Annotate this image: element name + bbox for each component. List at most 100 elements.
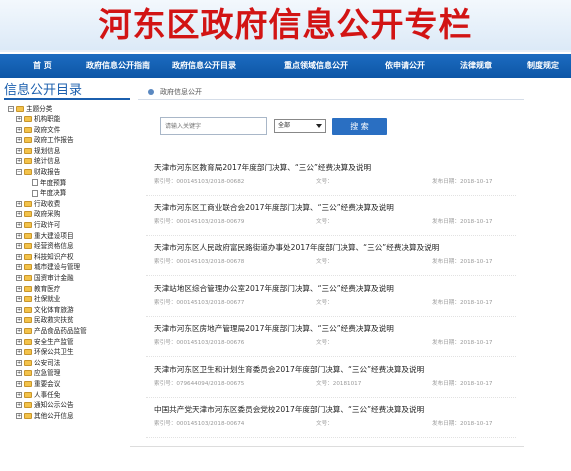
tree-item[interactable]: + 公安司法 xyxy=(16,358,60,368)
nav-item-guide[interactable]: 政府信息公开指南 xyxy=(86,54,150,78)
tree-item[interactable]: + 城市建设与管理 xyxy=(16,262,80,272)
nav-item-key-areas[interactable]: 重点领域信息公开 xyxy=(284,54,348,78)
expand-icon[interactable]: + xyxy=(16,137,22,144)
expand-icon[interactable]: + xyxy=(16,211,22,218)
expand-icon[interactable]: + xyxy=(16,126,22,133)
expand-icon[interactable]: + xyxy=(16,338,22,345)
tree-leaf[interactable]: 年度预算 xyxy=(32,178,66,188)
collapse-icon[interactable]: − xyxy=(8,106,14,112)
expand-icon[interactable]: + xyxy=(16,349,22,356)
tree-item[interactable]: + 科技知识产权 xyxy=(16,252,74,262)
item-date: 发布日期：2018-10-17 xyxy=(432,381,493,387)
item-title-link[interactable]: 天津市河东区工商业联合会2017年度部门决算、“三公”经费决算及说明 xyxy=(154,202,394,213)
tree-item[interactable]: + 社保就业 xyxy=(16,294,60,304)
item-docno: 文号： xyxy=(316,179,333,185)
tree-item[interactable]: + 文化体育旅游 xyxy=(16,305,74,315)
nav-item-laws[interactable]: 法律规章 xyxy=(460,54,492,78)
expand-icon[interactable]: + xyxy=(16,147,22,154)
tree-item[interactable]: + 应急管理 xyxy=(16,368,60,378)
item-title-link[interactable]: 天津市河东区房地产管理局2017年度部门决算、“三公”经费决算及说明 xyxy=(154,323,394,334)
content-divider xyxy=(130,446,524,447)
list-item: 天津市河东区房地产管理局2017年度部门决算、“三公”经费决算及说明 索引号：0… xyxy=(146,317,516,357)
document-icon xyxy=(32,189,38,197)
item-date: 发布日期：2018-10-17 xyxy=(432,300,493,306)
nav-item-catalog[interactable]: 政府信息公开目录 xyxy=(172,54,236,78)
item-date: 发布日期：2018-10-17 xyxy=(432,179,493,185)
tree-item[interactable]: + 政府工作报告 xyxy=(16,135,74,145)
main-content: 政府信息公开 全部 搜 索 天津市河东区教育局2017年度部门决算、“三公”经费… xyxy=(138,84,524,444)
tree-item[interactable]: + 统计信息 xyxy=(16,156,60,166)
tree-item[interactable]: + 其他公开信息 xyxy=(16,411,74,421)
expand-icon[interactable]: + xyxy=(16,275,22,281)
nav-item-by-request[interactable]: 依申请公开 xyxy=(385,54,425,78)
folder-icon xyxy=(24,232,32,239)
tree-item[interactable]: + 产品食品药品监管 xyxy=(16,326,87,336)
expand-icon[interactable]: + xyxy=(16,370,22,377)
category-select[interactable]: 全部 xyxy=(274,119,326,133)
tree-item-finance[interactable]: − 财政报告 xyxy=(16,167,60,177)
tree-item-root[interactable]: − 主题分类 xyxy=(8,104,52,114)
expand-icon[interactable]: + xyxy=(16,306,22,313)
item-index: 索引号：079644094/2018-00675 xyxy=(154,381,245,387)
item-index: 索引号：000145103/2018-00674 xyxy=(154,421,245,427)
breadcrumb-label[interactable]: 政府信息公开 xyxy=(160,84,202,100)
folder-icon xyxy=(24,275,32,281)
expand-icon[interactable]: + xyxy=(16,402,22,409)
expand-icon[interactable]: + xyxy=(16,381,22,387)
expand-icon[interactable]: + xyxy=(16,253,22,260)
expand-icon[interactable]: + xyxy=(16,391,22,398)
expand-icon[interactable]: + xyxy=(16,158,22,165)
list-item: 天津市河东区教育局2017年度部门决算、“三公”经费决算及说明 索引号：0001… xyxy=(146,156,516,196)
item-title-link[interactable]: 中国共产党天津市河东区委员会党校2017年度部门决算、“三公”经费决算及说明 xyxy=(154,404,424,415)
expand-icon[interactable]: + xyxy=(16,116,22,122)
expand-icon[interactable]: + xyxy=(16,296,22,303)
tree-leaf[interactable]: 年度决算 xyxy=(32,188,66,198)
expand-icon[interactable]: + xyxy=(16,359,22,366)
tree-item[interactable]: + 行政收费 xyxy=(16,199,60,209)
folder-icon xyxy=(24,126,32,133)
expand-icon[interactable]: + xyxy=(16,222,22,228)
tree-item[interactable]: + 行政许可 xyxy=(16,220,60,230)
folder-icon xyxy=(24,158,32,165)
folder-icon xyxy=(24,222,32,228)
folder-icon xyxy=(24,253,32,260)
item-date: 发布日期：2018-10-17 xyxy=(432,421,493,427)
tree-item[interactable]: + 安全生产监管 xyxy=(16,337,74,347)
tree-item[interactable]: + 经营资格信息 xyxy=(16,241,74,251)
tree-item[interactable]: + 重大建设项目 xyxy=(16,231,74,241)
tree-item[interactable]: + 政府采购 xyxy=(16,209,60,219)
search-input[interactable] xyxy=(160,117,267,135)
item-title-link[interactable]: 天津市河东区人民政府富民路街道办事处2017年度部门决算、“三公”经费决算及说明 xyxy=(154,242,439,253)
banner-divider xyxy=(0,50,571,52)
item-title-link[interactable]: 天津站地区综合管理办公室2017年度部门决算、“三公”经费决算及说明 xyxy=(154,283,394,294)
folder-icon xyxy=(24,264,32,271)
tree-item[interactable]: + 通知公示公告 xyxy=(16,400,74,410)
expand-icon[interactable]: + xyxy=(16,243,22,250)
tree-item[interactable]: + 环保公共卫生 xyxy=(16,347,74,357)
document-icon xyxy=(32,179,38,187)
expand-icon[interactable]: + xyxy=(16,285,22,292)
item-title-link[interactable]: 天津市河东区卫生和计划生育委员会2017年度部门决算、“三公”经费决算及说明 xyxy=(154,364,424,375)
tree-item[interactable]: + 重要会议 xyxy=(16,379,60,389)
folder-icon xyxy=(24,381,32,387)
nav-item-home[interactable]: 首 页 xyxy=(33,54,52,78)
nav-item-rules[interactable]: 制度规定 xyxy=(527,54,559,78)
tree-item[interactable]: + 规划信息 xyxy=(16,146,60,156)
expand-icon[interactable]: + xyxy=(16,200,22,207)
folder-icon xyxy=(24,370,32,377)
item-title-link[interactable]: 天津市河东区教育局2017年度部门决算、“三公”经费决算及说明 xyxy=(154,162,371,173)
expand-icon[interactable]: + xyxy=(16,328,22,334)
tree-item[interactable]: + 政府文件 xyxy=(16,125,60,135)
search-button[interactable]: 搜 索 xyxy=(332,118,387,135)
tree-item[interactable]: + 教育医疗 xyxy=(16,284,60,294)
expand-icon[interactable]: + xyxy=(16,317,22,324)
expand-icon[interactable]: + xyxy=(16,264,22,271)
tree-item[interactable]: + 民政救灾扶贫 xyxy=(16,315,74,325)
expand-icon[interactable]: + xyxy=(16,412,22,419)
tree-item[interactable]: + 人事任免 xyxy=(16,390,60,400)
collapse-icon[interactable]: − xyxy=(16,169,22,175)
item-index: 索引号：000145103/2018-00679 xyxy=(154,219,245,225)
tree-item[interactable]: + 国资审计金融 xyxy=(16,273,74,283)
expand-icon[interactable]: + xyxy=(16,232,22,239)
tree-item[interactable]: + 机构职能 xyxy=(16,114,60,124)
